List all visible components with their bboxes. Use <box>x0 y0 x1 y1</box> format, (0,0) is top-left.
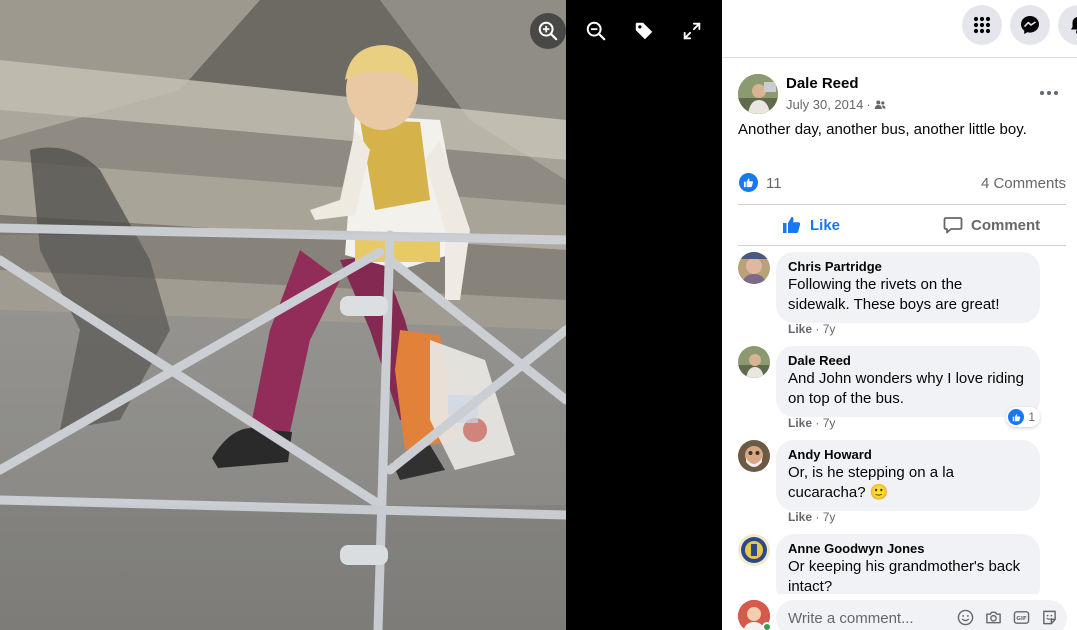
commenter-avatar[interactable] <box>738 346 770 378</box>
more-dot-icon <box>1047 91 1051 95</box>
notifications-button[interactable] <box>1058 5 1077 45</box>
footer-separator: · <box>815 322 820 336</box>
post-header: Dale Reed July 30, 2014 · <box>738 73 1077 117</box>
tag-icon <box>635 22 653 40</box>
sticker-icon[interactable] <box>1040 608 1059 627</box>
post-text: Another day, another bus, another little… <box>738 121 1027 138</box>
gif-icon[interactable]: GIF <box>1012 608 1031 627</box>
commenter-avatar[interactable] <box>738 252 770 284</box>
messenger-button[interactable] <box>1010 5 1050 45</box>
zoom-out-icon <box>586 21 606 41</box>
online-status-icon <box>762 622 772 630</box>
comment-bubble: Chris Partridge Following the rivets on … <box>776 252 1040 323</box>
tag-photo-button[interactable] <box>626 13 662 49</box>
commenter-name[interactable]: Dale Reed <box>788 353 1028 369</box>
top-navigation <box>722 0 1077 58</box>
comment-button-label: Comment <box>971 216 1041 234</box>
comment-text: Or, is he stepping on a la cucaracha? 🙂 <box>788 464 954 501</box>
comment-button[interactable]: Comment <box>943 205 1066 245</box>
comment-composer: GIF <box>722 594 1077 630</box>
comment-footer: Like · 7y <box>788 322 835 336</box>
commenter-avatar[interactable] <box>738 534 770 566</box>
svg-text:GIF: GIF <box>1016 616 1027 622</box>
zoom-in-button[interactable] <box>530 13 566 49</box>
post-panel: Dale Reed July 30, 2014 · Another day, a… <box>722 0 1077 630</box>
friends-icon[interactable] <box>874 99 886 111</box>
zoom-out-button[interactable] <box>578 13 614 49</box>
comment-text: Following the rivets on the sidewalk. Th… <box>788 276 1000 313</box>
like-button[interactable]: Like <box>782 205 840 245</box>
post-date[interactable]: July 30, 2014 <box>786 97 863 112</box>
thumbs-up-icon <box>783 216 801 233</box>
notifications-icon <box>1071 17 1077 34</box>
comment-bubble: Dale Reed And John wonders why I love ri… <box>776 346 1040 427</box>
comment-age[interactable]: 7y <box>823 416 836 430</box>
like-count[interactable]: 11 <box>766 175 782 192</box>
footer-separator: · <box>815 416 820 430</box>
commenter-name[interactable]: Anne Goodwyn Jones <box>788 541 1028 557</box>
fullscreen-icon <box>683 22 701 40</box>
like-reaction-icon <box>1008 409 1025 425</box>
comment-like-link[interactable]: Like <box>788 322 812 336</box>
messenger-icon <box>1021 16 1039 34</box>
commenter-name[interactable]: Chris Partridge <box>788 259 1028 275</box>
post-actions: Like Comment <box>738 204 1066 246</box>
like-button-label: Like <box>810 216 841 234</box>
comment-age[interactable]: 7y <box>823 322 836 336</box>
comment-reaction-count: 1 <box>1028 410 1035 424</box>
more-dot-icon <box>1040 91 1044 95</box>
post-options-button[interactable] <box>1037 83 1061 103</box>
emoji-icon[interactable] <box>956 608 975 627</box>
photo-viewer-toolbar <box>566 0 722 630</box>
post-author[interactable]: Dale Reed <box>786 75 859 92</box>
composer-tools: GIF <box>956 608 1059 627</box>
comment-footer: Like · 7y <box>788 510 835 524</box>
zoom-in-icon <box>538 21 558 41</box>
camera-icon[interactable] <box>984 608 1003 627</box>
reactions-summary: 11 4 Comments <box>738 172 1066 194</box>
comment-like-link[interactable]: Like <box>788 416 812 430</box>
comment-count[interactable]: 4 Comments <box>981 175 1066 192</box>
meta-separator: · <box>866 97 871 112</box>
post-photo <box>0 0 566 630</box>
comment-reactions[interactable]: 1 <box>1006 407 1040 427</box>
comment-like-link[interactable]: Like <box>788 510 812 524</box>
more-dot-icon <box>1054 91 1058 95</box>
comment-bubble: Andy Howard Or, is he stepping on a la c… <box>776 440 1040 511</box>
comment-text: And John wonders why I love riding on to… <box>788 370 1024 407</box>
like-reaction-icon[interactable] <box>739 173 758 192</box>
post-meta: July 30, 2014 · <box>786 97 886 112</box>
comment-input-box[interactable]: GIF <box>776 600 1067 630</box>
commenter-avatar[interactable] <box>738 440 770 472</box>
comment-age[interactable]: 7y <box>823 510 836 524</box>
photo-illustration <box>0 0 566 630</box>
comment-text: Or keeping his grandmother's back intact… <box>788 558 1021 595</box>
footer-separator: · <box>815 510 820 524</box>
comment-footer: Like · 7y <box>788 416 835 430</box>
author-avatar[interactable] <box>738 74 778 114</box>
commenter-name[interactable]: Andy Howard <box>788 447 1028 463</box>
comment-input[interactable] <box>788 609 948 627</box>
fullscreen-button[interactable] <box>674 13 710 49</box>
apps-menu-icon <box>973 16 991 34</box>
comment-icon <box>943 217 963 234</box>
apps-menu-button[interactable] <box>962 5 1002 45</box>
